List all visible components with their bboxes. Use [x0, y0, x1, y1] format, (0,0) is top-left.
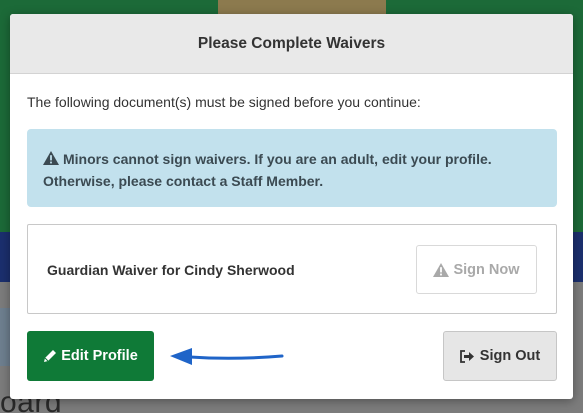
sign-out-label: Sign Out [479, 348, 541, 364]
modal-title: Please Complete Waivers [197, 34, 386, 52]
arrow-left-icon [170, 348, 284, 365]
pencil-icon [44, 350, 57, 362]
background-banner [218, 0, 386, 14]
sign-now-label: Sign Now [453, 261, 520, 278]
warning-icon [433, 262, 450, 277]
edit-profile-button[interactable]: Edit Profile [27, 331, 154, 381]
minor-alert: Minors cannot sign waivers. If you are a… [27, 129, 557, 207]
sign-out-button[interactable]: Sign Out [443, 331, 557, 381]
edit-profile-label: Edit Profile [61, 348, 138, 364]
intro-text: The following document(s) must be signed… [27, 94, 421, 110]
waiver-modal: Please Complete Waivers The following do… [10, 14, 573, 399]
waiver-name: Guardian Waiver for Cindy Sherwood [47, 262, 295, 278]
warning-icon [43, 151, 59, 165]
modal-header: Please Complete Waivers [10, 14, 573, 74]
waiver-list: Guardian Waiver for Cindy Sherwood Sign … [27, 224, 557, 314]
alert-text: Minors cannot sign waivers. If you are a… [43, 151, 492, 189]
sign-out-icon [459, 349, 474, 363]
sign-now-button[interactable]: Sign Now [416, 245, 537, 294]
